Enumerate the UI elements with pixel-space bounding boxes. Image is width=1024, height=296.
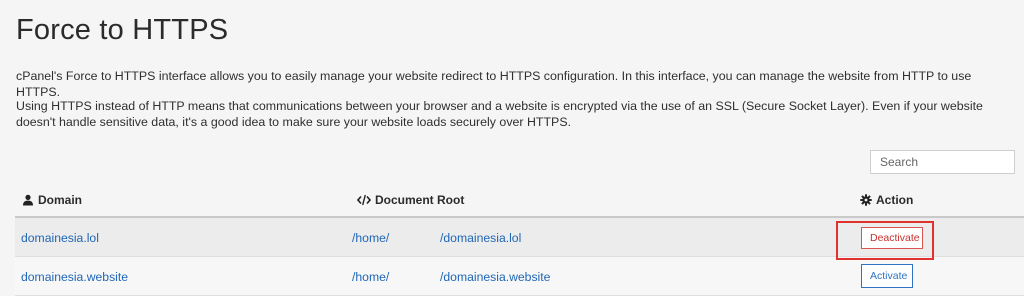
activate-button[interactable]: Activate xyxy=(861,264,913,288)
search-input[interactable] xyxy=(870,150,1015,174)
domain-link[interactable]: domainesia.website xyxy=(21,270,128,284)
column-header-action-label: Action xyxy=(876,193,914,207)
document-root-path[interactable]: /domainesia.website xyxy=(440,270,550,284)
column-header-document-root-label: Document Root xyxy=(375,193,465,207)
table-row: domainesia.website /home/ /domainesia.we… xyxy=(15,257,1024,296)
column-header-domain-label: Domain xyxy=(38,193,83,207)
table-row: domainesia.lol /home/ /domainesia.lol De… xyxy=(15,218,1024,257)
column-header-document-root[interactable]: Document Root xyxy=(357,193,464,207)
document-root-path[interactable]: /domainesia.lol xyxy=(440,231,521,245)
intro-paragraph-2: Using HTTPS instead of HTTP means that c… xyxy=(16,99,983,129)
document-root-base[interactable]: /home/ xyxy=(352,231,389,245)
gear-icon xyxy=(860,194,872,206)
document-root-base[interactable]: /home/ xyxy=(352,270,389,284)
column-header-action: Action xyxy=(860,193,913,207)
domain-link[interactable]: domainesia.lol xyxy=(21,231,99,245)
intro-paragraph-1: cPanel's Force to HTTPS interface allows… xyxy=(16,69,972,99)
user-icon xyxy=(22,194,34,206)
column-header-domain[interactable]: Domain xyxy=(22,193,82,207)
page-title: Force to HTTPS xyxy=(16,14,229,46)
code-icon xyxy=(357,194,371,206)
deactivate-button[interactable]: Deactivate xyxy=(861,227,923,249)
